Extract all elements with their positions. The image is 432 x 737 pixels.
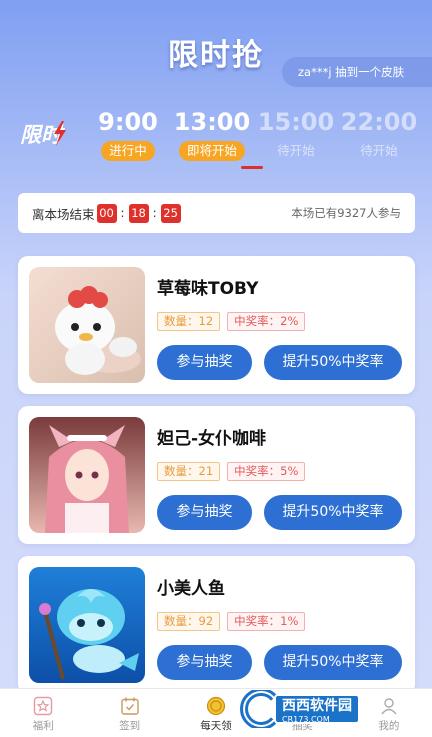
slot-time: 15:00: [257, 108, 335, 136]
watermark-subtext: CR173.COM: [282, 714, 330, 724]
time-slot-2200[interactable]: 22:00 待开始: [339, 108, 419, 161]
selected-slot-indicator: [241, 166, 263, 169]
slot-time: 9:00: [98, 108, 158, 136]
boost-rate-button[interactable]: 提升50%中奖率: [264, 495, 402, 530]
prize-image: [29, 417, 145, 533]
site-watermark: 西西软件园 CR173.COM: [234, 690, 414, 728]
countdown-minutes: 18: [128, 203, 149, 223]
countdown-timer: 00 : 18 : 25: [96, 203, 181, 223]
countdown-hours: 00: [96, 203, 117, 223]
boost-rate-button[interactable]: 提升50%中奖率: [264, 345, 402, 380]
slot-time: 22:00: [340, 108, 418, 136]
prize-card: 小美人鱼 数量：92 中奖率：1% 参与抽奖 提升50%中奖率: [18, 556, 415, 694]
coin-icon: [206, 696, 226, 716]
join-draw-button[interactable]: 参与抽奖: [157, 495, 252, 530]
boost-rate-button[interactable]: 提升50%中奖率: [264, 645, 402, 680]
prize-image: [29, 567, 145, 683]
session-status-bar: 离本场结束 00 : 18 : 25 本场已有9327人参与: [18, 193, 415, 233]
win-rate-badge: 中奖率：2%: [227, 312, 306, 331]
calendar-icon: [120, 697, 139, 715]
join-draw-button[interactable]: 参与抽奖: [157, 645, 252, 680]
prize-name: 草莓味TOBY: [157, 279, 259, 299]
participant-count: 本场已有9327人参与: [291, 206, 401, 220]
tab-welfare[interactable]: 福利: [0, 689, 86, 737]
prize-name: 妲己-女仆咖啡: [157, 429, 267, 449]
tab-label: 每天领: [200, 720, 232, 732]
tab-label: 签到: [119, 720, 141, 732]
slot-status-badge: 进行中: [101, 141, 155, 161]
join-draw-button[interactable]: 参与抽奖: [157, 345, 252, 380]
countdown-seconds: 25: [160, 203, 181, 223]
win-rate-badge: 中奖率：5%: [227, 462, 306, 481]
prize-name: 小美人鱼: [157, 579, 225, 599]
star-icon: [34, 696, 53, 716]
prize-image: [29, 267, 145, 383]
time-slot-0900[interactable]: 9:00 进行中: [88, 108, 168, 161]
prize-card: 妲己-女仆咖啡 数量：21 中奖率：5% 参与抽奖 提升50%中奖率: [18, 406, 415, 544]
slot-status-badge: 待开始: [277, 143, 315, 158]
win-rate-badge: 中奖率：1%: [227, 612, 306, 631]
tab-checkin[interactable]: 签到: [86, 689, 172, 737]
winner-ticker: za***j 抽到一个皮肤: [282, 57, 432, 87]
quantity-badge: 数量：12: [157, 312, 221, 331]
countdown-separator: :: [120, 206, 125, 220]
quantity-badge: 数量：92: [157, 612, 221, 631]
tab-label: 福利: [32, 720, 54, 732]
countdown-label: 离本场结束: [32, 206, 95, 222]
slot-status-badge: 即将开始: [178, 141, 245, 161]
quantity-badge: 数量：21: [157, 462, 221, 481]
slot-time: 13:00: [173, 108, 251, 136]
prize-card: 草莓味TOBY 数量：12 中奖率：2% 参与抽奖 提升50%中奖率: [18, 256, 415, 394]
countdown-separator: :: [152, 206, 157, 220]
slot-status-badge: 待开始: [360, 143, 398, 158]
time-slot-1300[interactable]: 13:00 即将开始: [172, 108, 252, 161]
time-slot-1500[interactable]: 15:00 待开始: [256, 108, 336, 161]
flash-sale-logo: 限时: [20, 121, 66, 147]
watermark-text: 西西软件园: [282, 697, 352, 714]
